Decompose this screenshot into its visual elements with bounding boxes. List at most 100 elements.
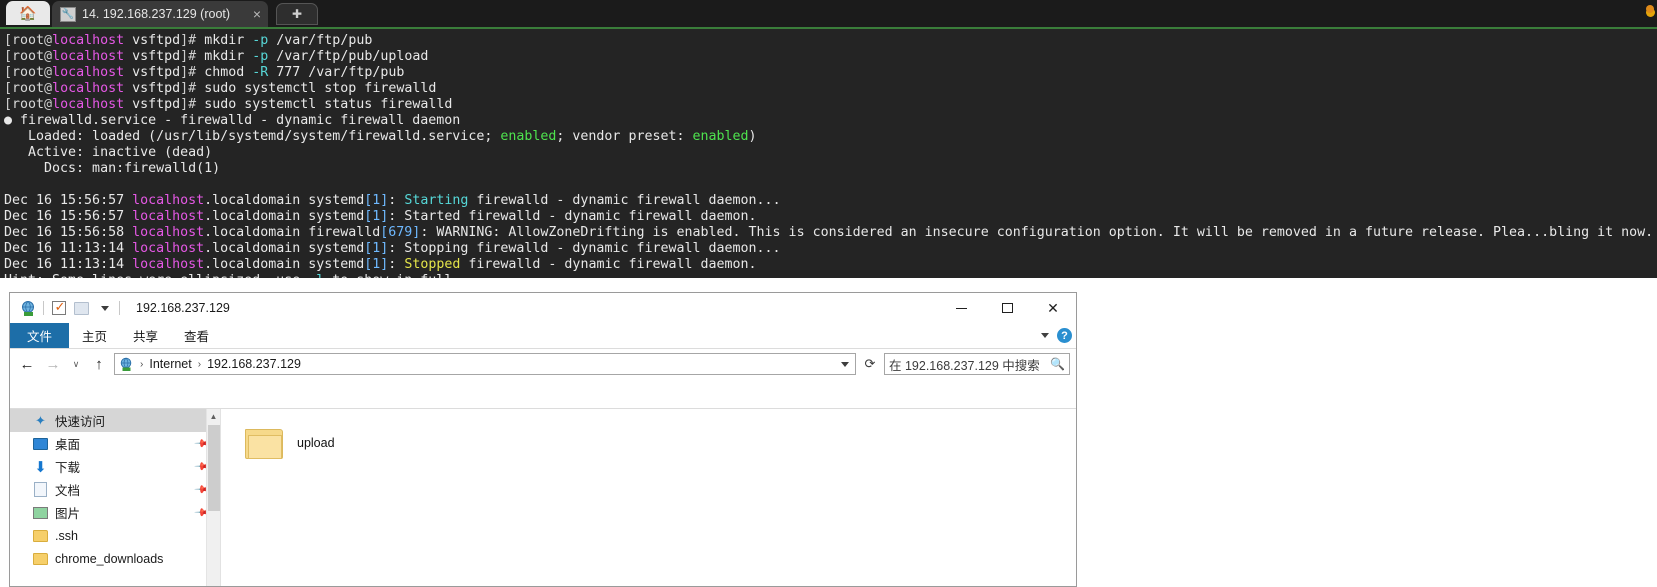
terminal-line: Dec 16 15:56:57 localhost.localdomain sy…: [4, 209, 1657, 225]
close-button[interactable]: ✕: [1030, 293, 1076, 323]
search-box[interactable]: 在 192.168.237.129 中搜索 🔍: [884, 353, 1070, 375]
arrow-left-icon: ←: [20, 356, 35, 373]
new-folder-icon[interactable]: [73, 300, 90, 317]
toolbar-divider-2: [119, 301, 120, 315]
home-tab[interactable]: 🏠: [6, 1, 50, 25]
notification-dot-icon: [1646, 5, 1654, 13]
terminal-line: ● firewalld.service - firewalld - dynami…: [4, 113, 1657, 129]
forward-button[interactable]: →: [42, 353, 64, 375]
terminal-line: Hint: Some lines were ellipsized, use -l…: [4, 273, 1657, 278]
maximize-button[interactable]: [984, 293, 1030, 323]
terminal-tab-title: 14. 192.168.237.129 (root): [82, 7, 253, 21]
refresh-button[interactable]: ⟳: [860, 353, 880, 375]
sidebar-item-4[interactable]: 图片📌: [10, 501, 220, 524]
sidebar-item-label: 图片: [55, 503, 80, 522]
sidebar-item-5[interactable]: .ssh: [10, 524, 220, 547]
sidebar-item-label: .ssh: [55, 529, 78, 543]
terminal-line: [root@localhost vsftpd]# sudo systemctl …: [4, 81, 1657, 97]
properties-icon[interactable]: ✓: [50, 300, 67, 317]
sidebar-item-label: 下载: [55, 457, 80, 476]
minimize-button[interactable]: [938, 293, 984, 323]
sidebar-item-2[interactable]: ⬇下载📌: [10, 455, 220, 478]
back-button[interactable]: ←: [16, 353, 38, 375]
explorer-main: ✦快速访问桌面📌⬇下载📌文档📌图片📌.sshchrome_downloads ▲…: [10, 408, 1076, 586]
home-icon: 🏠: [19, 6, 36, 20]
sidebar-item-0[interactable]: ✦快速访问: [10, 409, 220, 432]
search-icon[interactable]: 🔍: [1050, 357, 1065, 371]
breadcrumb-item-host[interactable]: 192.168.237.129: [207, 357, 301, 371]
address-dropdown-icon[interactable]: [837, 354, 853, 374]
window-title: 192.168.237.129: [136, 301, 230, 315]
address-bar-row: ← → ∨ ↑ › Internet › 192.168.237.129: [10, 349, 1076, 379]
terminal-line: [4, 177, 1657, 193]
ribbon-tab-2[interactable]: 共享: [120, 323, 171, 348]
quick-access-toolbar: ✓ 192.168.237.129: [10, 293, 230, 323]
breadcrumb-item-internet[interactable]: Internet: [149, 357, 191, 371]
chevron-down-icon[interactable]: [1041, 333, 1049, 338]
maximize-icon: [1002, 303, 1013, 313]
toolbar-divider: [43, 301, 44, 315]
explorer-titlebar[interactable]: ✓ 192.168.237.129 ✕: [10, 293, 1076, 323]
scrollbar-thumb[interactable]: [208, 425, 220, 511]
refresh-icon: ⟳: [865, 356, 876, 372]
search-input[interactable]: 在 192.168.237.129 中搜索: [889, 355, 1050, 374]
ribbon-tab-0[interactable]: 文件: [10, 323, 69, 348]
terminal-line: Loaded: loaded (/usr/lib/systemd/system/…: [4, 129, 1657, 145]
terminal-line: [root@localhost vsftpd]# mkdir -p /var/f…: [4, 33, 1657, 49]
terminal-line: [root@localhost vsftpd]# sudo systemctl …: [4, 97, 1657, 113]
sidebar-item-1[interactable]: 桌面📌: [10, 432, 220, 455]
terminal-output[interactable]: [root@localhost vsftpd]# mkdir -p /var/f…: [0, 29, 1657, 278]
breadcrumb-separator: ›: [137, 359, 146, 370]
arrow-right-icon: →: [46, 356, 61, 373]
recent-locations-button[interactable]: ∨: [68, 353, 84, 375]
folder-icon: [245, 427, 285, 459]
terminal-window: 🏠 🔧 14. 192.168.237.129 (root) × ✚ [root…: [0, 0, 1657, 278]
terminal-line: Active: inactive (dead): [4, 145, 1657, 161]
documents-icon: [32, 481, 49, 498]
sidebar-item-3[interactable]: 文档📌: [10, 478, 220, 501]
ribbon-tab-1[interactable]: 主页: [69, 323, 120, 348]
address-bar[interactable]: › Internet › 192.168.237.129: [114, 353, 856, 375]
folder-icon: [32, 527, 49, 544]
folder-icon: [32, 550, 49, 567]
chevron-down-icon: ∨: [73, 359, 80, 370]
sidebar-item-label: 桌面: [55, 434, 80, 453]
download-icon: ⬇: [32, 458, 49, 475]
terminal-line: Dec 16 15:56:57 localhost.localdomain sy…: [4, 193, 1657, 209]
pictures-icon: [32, 504, 49, 521]
sidebar-item-label: 快速访问: [55, 411, 105, 430]
file-list-pane[interactable]: upload: [221, 409, 1076, 586]
up-button[interactable]: ↑: [88, 353, 110, 375]
navigation-pane: ✦快速访问桌面📌⬇下载📌文档📌图片📌.sshchrome_downloads ▲: [10, 409, 221, 586]
help-icon[interactable]: ?: [1057, 328, 1072, 343]
terminal-tab[interactable]: 🔧 14. 192.168.237.129 (root) ×: [52, 1, 268, 27]
nav-scrollbar[interactable]: ▲: [206, 409, 220, 586]
terminal-line: [root@localhost vsftpd]# mkdir -p /var/f…: [4, 49, 1657, 65]
minimize-icon: [956, 308, 967, 309]
breadcrumb-separator-2: ›: [195, 359, 204, 370]
arrow-up-icon: ↑: [95, 356, 103, 373]
ribbon-tab-bar: 文件主页共享查看?: [10, 323, 1076, 349]
sidebar-item-6[interactable]: chrome_downloads: [10, 547, 220, 570]
plus-icon: ✚: [292, 7, 302, 21]
terminal-line: Docs: man:firewalld(1): [4, 161, 1657, 177]
terminal-line: Dec 16 15:56:58 localhost.localdomain fi…: [4, 225, 1657, 241]
globe-icon: [119, 357, 134, 372]
file-list: upload: [239, 419, 1076, 467]
terminal-icon: 🔧: [60, 7, 76, 22]
ribbon-tab-3[interactable]: 查看: [171, 323, 222, 348]
terminal-line: [root@localhost vsftpd]# chmod -R 777 /v…: [4, 65, 1657, 81]
file-explorer-window: ✓ 192.168.237.129 ✕ 文件主页共享查看?: [9, 292, 1077, 587]
chevron-down-icon[interactable]: [96, 300, 113, 317]
sidebar-item-label: 文档: [55, 480, 80, 499]
globe-icon: [20, 300, 37, 317]
file-item-0[interactable]: upload: [239, 419, 409, 467]
navigation-list: ✦快速访问桌面📌⬇下载📌文档📌图片📌.sshchrome_downloads: [10, 409, 220, 570]
file-label: upload: [297, 436, 335, 450]
new-tab-button[interactable]: ✚: [276, 3, 318, 25]
scroll-up-icon[interactable]: ▲: [207, 409, 220, 423]
close-icon[interactable]: ×: [253, 6, 268, 22]
window-controls: ✕: [938, 293, 1076, 323]
terminal-line: Dec 16 11:13:14 localhost.localdomain sy…: [4, 257, 1657, 273]
desktop-icon: [32, 435, 49, 452]
